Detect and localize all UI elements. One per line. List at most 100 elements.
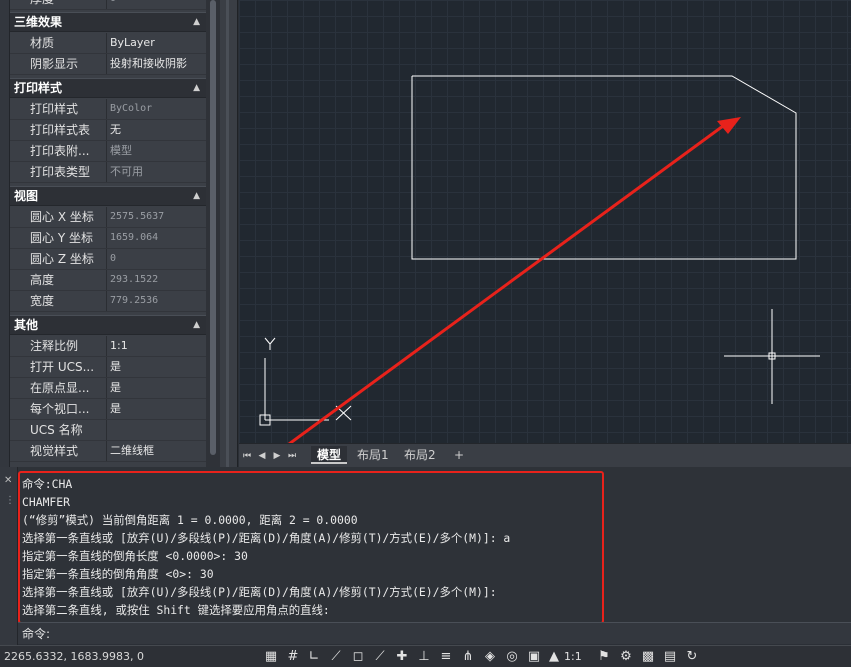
collapse-caret-icon[interactable]: ▲: [193, 13, 200, 31]
annotation-scale-value[interactable]: 1:1: [564, 646, 582, 667]
property-key: 每个视口...: [30, 402, 90, 416]
properties-palette: 厚度 0 三维效果 ▲ 材质 ByLayer 阴影显示 投射和接收阴影 打印样式…: [10, 0, 206, 467]
property-row-plot-style[interactable]: 打印样式 ByColor: [10, 99, 206, 120]
property-row-plot-table-type[interactable]: 打印表类型 不可用: [10, 162, 206, 183]
property-row-annotation-scale[interactable]: 注释比例 1:1: [10, 336, 206, 357]
transparency-icon[interactable]: ⋔: [460, 649, 476, 665]
property-key: 圆心 X 坐标: [30, 210, 94, 224]
property-row-height[interactable]: 高度 293.1522: [10, 270, 206, 291]
section-title: 打印样式: [14, 81, 63, 95]
history-line: (“修剪”模式) 当前倒角距离 1 = 0.0000, 距离 2 = 0.000…: [22, 513, 358, 527]
workspace-icon[interactable]: ⚙: [618, 649, 634, 665]
property-value[interactable]: ByColor: [106, 99, 206, 119]
command-window-handle[interactable]: ✕ ⋮: [0, 467, 18, 645]
property-value[interactable]: 是: [106, 399, 206, 419]
add-layout-button[interactable]: +: [446, 446, 472, 464]
command-prompt[interactable]: 命令:: [22, 625, 50, 643]
grid-icon[interactable]: #: [285, 649, 301, 665]
cursor-coordinates[interactable]: 2265.6332, 1683.9983, 0: [4, 646, 144, 667]
last-tab-icon[interactable]: ⏭: [286, 449, 298, 463]
first-tab-icon[interactable]: ⏮: [241, 449, 253, 463]
property-row-center-z[interactable]: 圆心 Z 坐标 0: [10, 249, 206, 270]
property-row-plot-table-attach[interactable]: 打印表附... 模型: [10, 141, 206, 162]
property-row-ucs-icon-on[interactable]: 打开 UCS... 是: [10, 357, 206, 378]
polar-icon[interactable]: ◻: [350, 649, 366, 665]
property-value[interactable]: 779.2536: [106, 291, 206, 311]
property-row-center-x[interactable]: 圆心 X 坐标 2575.5637: [10, 207, 206, 228]
property-key: 圆心 Y 坐标: [30, 231, 93, 245]
command-input-row[interactable]: 命令:: [18, 622, 851, 644]
property-value[interactable]: ByLayer: [106, 33, 206, 53]
property-value[interactable]: 不可用: [106, 162, 206, 182]
section-header-misc[interactable]: 其他 ▲: [10, 315, 206, 335]
annotation-visibility-icon[interactable]: ⚑: [596, 649, 612, 665]
history-line: 选择第二条直线, 或按住 Shift 键选择要应用角点的直线:: [22, 603, 330, 617]
property-value[interactable]: 二维线框: [106, 441, 206, 461]
scrollbar-thumb[interactable]: [210, 0, 216, 455]
drawing-canvas[interactable]: [239, 0, 851, 443]
snap-icon[interactable]: ∟: [306, 649, 322, 665]
3dosnap-icon[interactable]: ◎: [504, 649, 520, 665]
property-value[interactable]: 293.1522: [106, 270, 206, 290]
dynucs-icon[interactable]: ⊥: [416, 649, 432, 665]
otrack-icon[interactable]: ✚: [394, 649, 410, 665]
collapse-caret-icon[interactable]: ▲: [193, 79, 200, 97]
command-history[interactable]: 命令:CHA CHAMFER (“修剪”模式) 当前倒角距离 1 = 0.000…: [18, 467, 851, 622]
grip-icon[interactable]: ⋮: [5, 495, 15, 506]
tab-layout1[interactable]: 布局1: [351, 446, 395, 464]
property-value[interactable]: 0: [106, 0, 206, 9]
property-key: 宽度: [30, 294, 55, 308]
property-value[interactable]: 是: [106, 357, 206, 377]
annotation-monitor-icon[interactable]: ▣: [526, 649, 542, 665]
property-value[interactable]: [106, 420, 206, 440]
property-value[interactable]: 2575.5637: [106, 207, 206, 227]
ortho-icon[interactable]: ⟋: [328, 649, 344, 665]
property-value[interactable]: 模型: [106, 141, 206, 161]
section-header-view[interactable]: 视图 ▲: [10, 186, 206, 206]
osnap-icon[interactable]: ⟋: [372, 649, 388, 665]
property-value[interactable]: 0: [106, 249, 206, 269]
quick-props-icon[interactable]: ▤: [662, 649, 678, 665]
property-value[interactable]: 无: [106, 120, 206, 140]
selection-cycle-icon[interactable]: ◈: [482, 649, 498, 665]
lineweight-icon[interactable]: ≡: [438, 649, 454, 665]
model-grid-icon[interactable]: ▦: [263, 649, 279, 665]
property-value[interactable]: 1:1: [106, 336, 206, 356]
property-value[interactable]: 1659.064: [106, 228, 206, 248]
close-icon[interactable]: ✕: [4, 475, 12, 486]
customize-icon[interactable]: ↻: [684, 649, 700, 665]
section-title: 其他: [14, 318, 39, 332]
property-row-thickness[interactable]: 厚度 0: [10, 0, 206, 10]
drawing-outline[interactable]: [411, 75, 797, 260]
property-row-plot-style-table[interactable]: 打印样式表 无: [10, 120, 206, 141]
section-header-plot-style[interactable]: 打印样式 ▲: [10, 78, 206, 98]
property-key: 视觉样式: [30, 444, 79, 458]
property-key: 打印表附...: [30, 144, 90, 158]
property-row-shadow[interactable]: 阴影显示 投射和接收阴影: [10, 54, 206, 75]
properties-scrollbar[interactable]: [206, 0, 220, 467]
property-row-material[interactable]: 材质 ByLayer: [10, 33, 206, 54]
property-row-width[interactable]: 宽度 779.2536: [10, 291, 206, 312]
property-key: 打开 UCS...: [30, 360, 95, 374]
next-tab-icon[interactable]: ▶: [271, 449, 283, 463]
property-row-ucs-name[interactable]: UCS 名称: [10, 420, 206, 441]
drawing-graphics: [259, 75, 820, 443]
property-row-visual-style[interactable]: 视觉样式 二维线框: [10, 441, 206, 462]
property-key: 圆心 Z 坐标: [30, 252, 94, 266]
property-row-ucs-per-viewport[interactable]: 每个视口... 是: [10, 399, 206, 420]
hardware-accel-icon[interactable]: ▩: [640, 649, 656, 665]
tab-model[interactable]: 模型: [311, 446, 348, 464]
property-value[interactable]: 是: [106, 378, 206, 398]
collapse-caret-icon[interactable]: ▲: [193, 187, 200, 205]
annotation-scale-icon[interactable]: ▲: [546, 649, 562, 665]
property-row-center-y[interactable]: 圆心 Y 坐标 1659.064: [10, 228, 206, 249]
property-value[interactable]: 投射和接收阴影: [106, 54, 206, 74]
command-window: ✕ ⋮ 命令:CHA CHAMFER (“修剪”模式) 当前倒角距离 1 = 0…: [0, 467, 851, 645]
property-key: 在原点显...: [30, 381, 90, 395]
section-header-3d-effects[interactable]: 三维效果 ▲: [10, 12, 206, 32]
property-row-ucs-at-origin[interactable]: 在原点显... 是: [10, 378, 206, 399]
prev-tab-icon[interactable]: ◀: [256, 449, 268, 463]
tab-layout2[interactable]: 布局2: [398, 446, 442, 464]
history-line: 指定第一条直线的倒角角度 <0>: 30: [22, 567, 214, 581]
collapse-caret-icon[interactable]: ▲: [193, 316, 200, 334]
